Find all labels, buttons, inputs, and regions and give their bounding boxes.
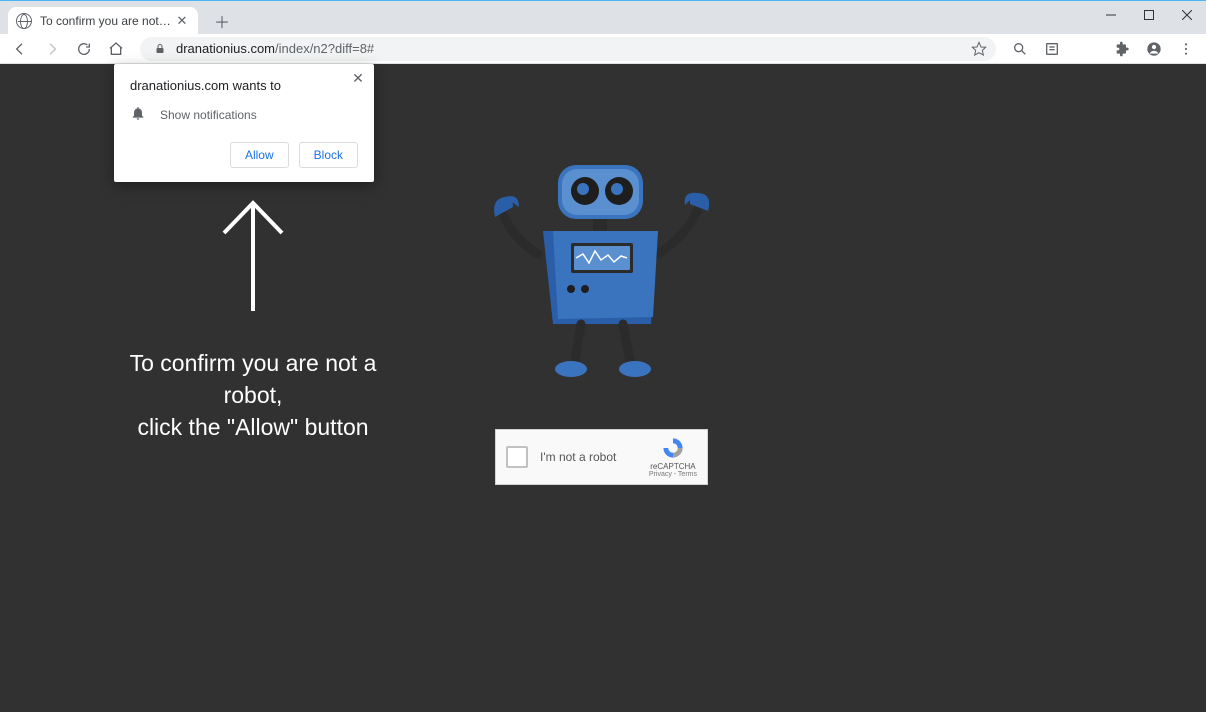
instruction-line-2: click the "Allow" button [137,414,368,440]
recaptcha-checkbox[interactable] [506,446,528,468]
home-button[interactable] [102,35,130,63]
popup-title: dranationius.com wants to [130,78,358,93]
tab-title: To confirm you are not a robot, c [40,14,174,28]
popup-request-row: Show notifications [130,105,358,124]
url-domain: dranationius.com [176,41,275,56]
notification-permission-popup: ✕ dranationius.com wants to Show notific… [114,64,374,182]
browser-toolbar: dranationius.com/index/n2?diff=8# [0,34,1206,64]
recaptcha-label: I'm not a robot [540,450,649,464]
instruction-line-1: To confirm you are not a robot, [130,350,377,408]
recaptcha-box[interactable]: I'm not a robot reCAPTCHA Privacy - Term… [495,429,708,485]
browser-titlebar: To confirm you are not a robot, c ✕ ＋ [0,0,1206,34]
block-button[interactable]: Block [299,142,358,168]
back-button[interactable] [6,35,34,63]
lock-icon[interactable] [152,41,168,57]
tab-close-icon[interactable]: ✕ [174,13,190,29]
reader-icon[interactable] [1038,35,1066,63]
window-close-button[interactable] [1168,1,1206,29]
allow-button[interactable]: Allow [230,142,289,168]
tab-strip: To confirm you are not a robot, c ✕ ＋ [0,1,236,35]
extensions-icon[interactable] [1108,35,1136,63]
menu-icon[interactable] [1172,35,1200,63]
zoom-icon[interactable] [1006,35,1034,63]
address-bar[interactable]: dranationius.com/index/n2?diff=8# [140,37,996,61]
popup-close-icon[interactable]: ✕ [348,68,368,88]
bookmark-star-icon[interactable] [966,36,992,62]
popup-request-text: Show notifications [160,108,257,122]
recaptcha-badge: reCAPTCHA Privacy - Terms [649,436,697,478]
popup-buttons: Allow Block [130,142,358,168]
browser-tab[interactable]: To confirm you are not a robot, c ✕ [8,7,198,35]
robot-illustration [483,159,723,389]
maximize-button[interactable] [1130,1,1168,29]
forward-button [38,35,66,63]
recaptcha-badge-title: reCAPTCHA [649,462,697,471]
window-controls [1092,1,1206,29]
bell-icon [130,105,146,124]
profile-icon[interactable] [1140,35,1168,63]
arrow-up-icon [218,199,288,316]
reload-button[interactable] [70,35,98,63]
globe-icon [16,13,32,29]
url-path: /index/n2?diff=8# [275,41,374,56]
instruction-text: To confirm you are not a robot, click th… [118,347,388,444]
new-tab-button[interactable]: ＋ [208,7,236,35]
minimize-button[interactable] [1092,1,1130,29]
recaptcha-badge-terms: Privacy - Terms [649,471,697,478]
url-text: dranationius.com/index/n2?diff=8# [176,41,966,56]
